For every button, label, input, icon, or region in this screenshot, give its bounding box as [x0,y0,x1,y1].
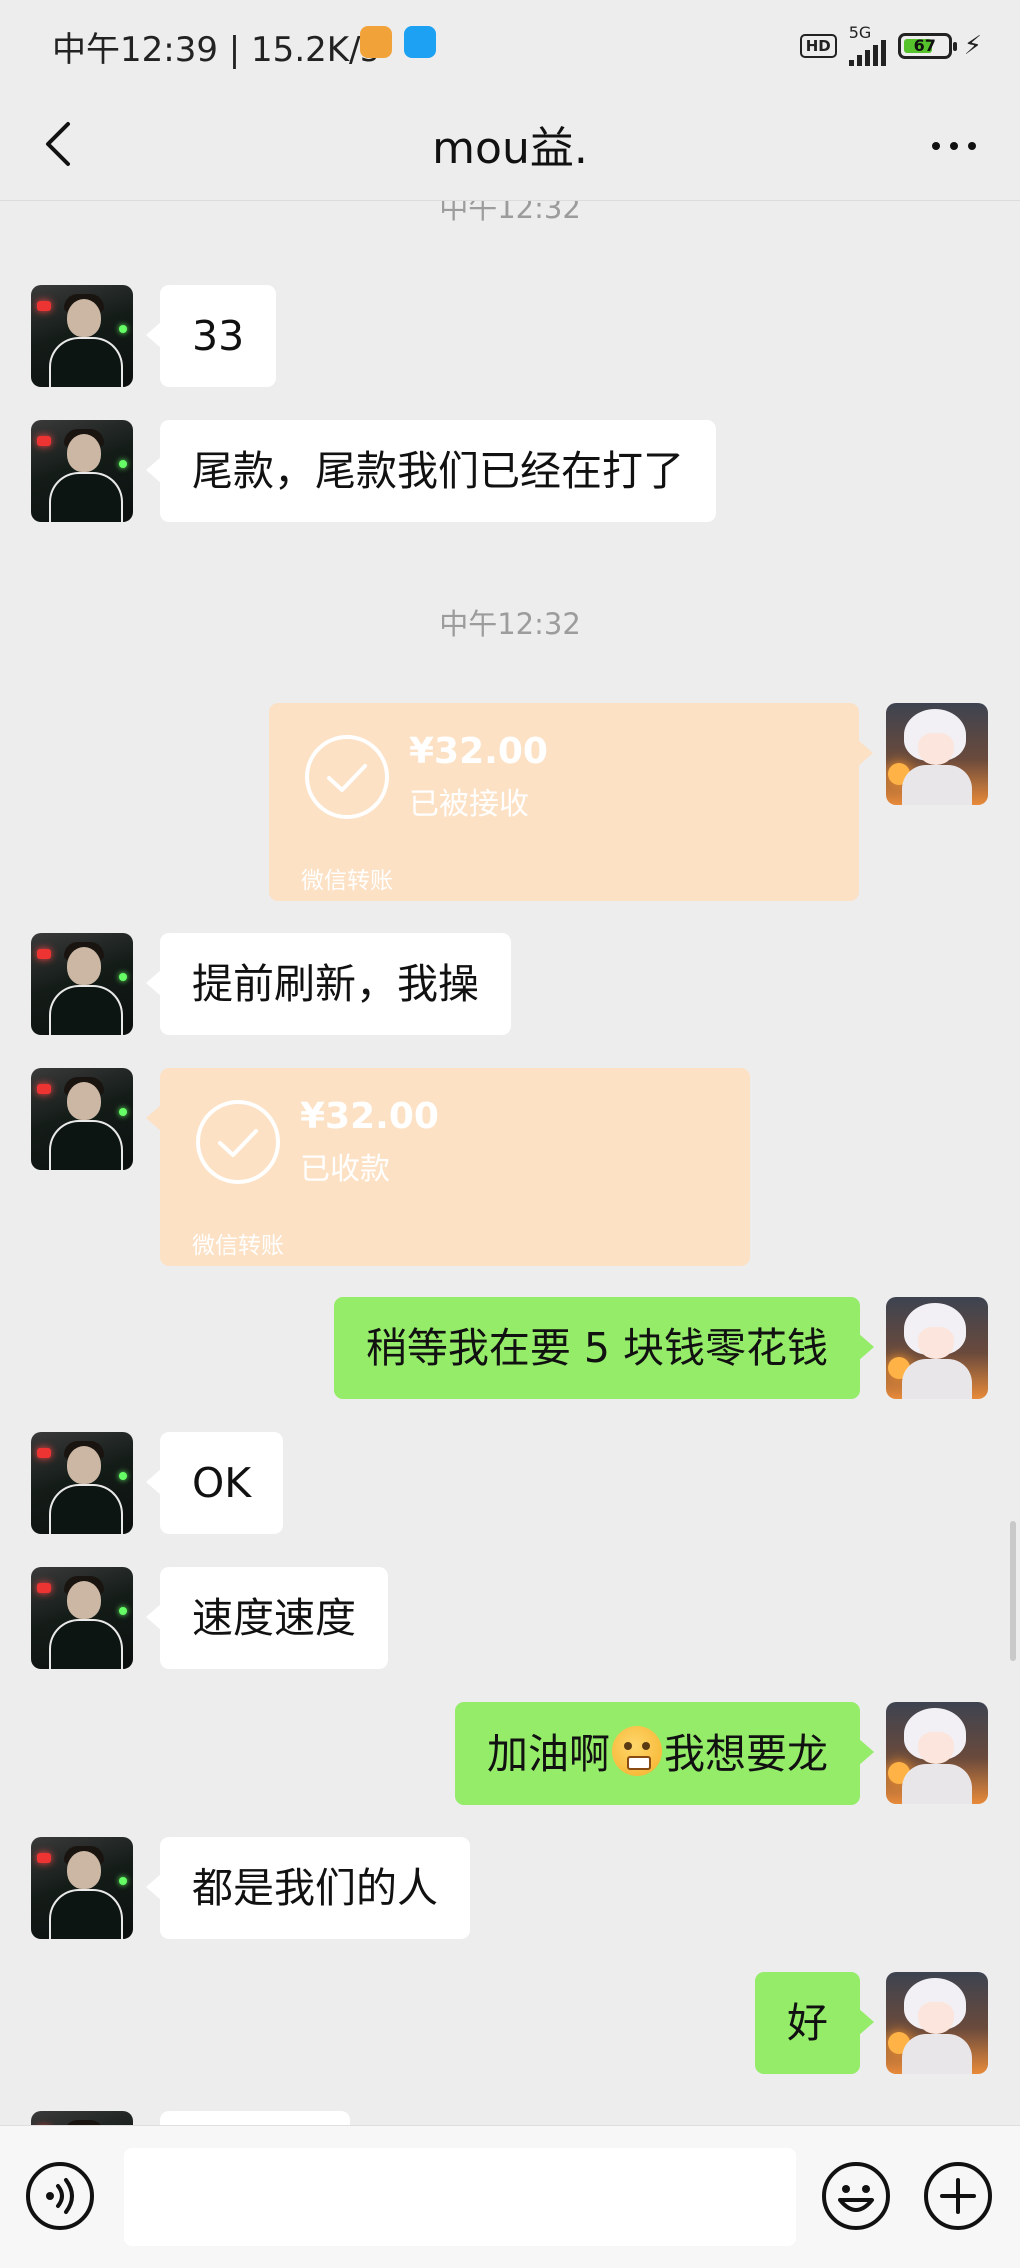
message-input-bar [0,2125,1020,2268]
status-right-icons: HD 5G 67 ⚡ [799,23,982,66]
transfer-label: 微信转账 [301,868,393,894]
status-notification-icons [360,26,436,58]
timestamp: 中午12:32 [439,607,581,641]
chat-scrollbar[interactable] [1010,1521,1016,1661]
message-bubble[interactable]: 好 [755,1972,874,2074]
transfer-card-received[interactable]: ¥32.00 已收款 微信转账 [146,1068,750,1266]
contact-avatar[interactable] [31,1837,133,1939]
message-row-received: 速度速度 [0,1567,1020,1669]
check-circle-icon [196,1100,280,1184]
message-bubble[interactable]: 33 [145,285,277,387]
status-bar: 中午12:39 | 15.2K/s HD 5G 67 ⚡ [0,0,1020,90]
message-row-received: ¥32.00 已收款 微信转账 [0,1068,1020,1266]
contact-avatar[interactable] [31,933,133,1035]
message-bubble[interactable] [160,2111,350,2125]
transfer-label: 微信转账 [192,1233,284,1259]
transfer-card-sent[interactable]: ¥32.00 已被接收 微信转账 [269,703,873,901]
message-bubble[interactable]: 提前刷新，我操 [146,933,511,1035]
charging-icon: ⚡ [963,31,982,61]
chat-title: mou益. [432,123,588,174]
network-type: 5G [848,23,872,42]
message-bubble[interactable]: 速度速度 [146,1567,388,1669]
contact-avatar[interactable] [31,1068,133,1170]
chat-header: mou益. [0,90,1020,201]
message-text: 加油啊 [487,1730,610,1778]
transfer-amount: ¥32.00 [409,731,548,772]
contact-avatar[interactable] [31,285,133,387]
my-avatar[interactable] [886,1297,988,1399]
message-bubble[interactable]: OK [145,1432,284,1534]
message-text: 我想要龙 [664,1730,828,1778]
status-time-speed: 中午12:39 | 15.2K/s [52,30,379,70]
emoji-picker-icon[interactable] [820,2160,892,2232]
message-row-received: 尾款，尾款我们已经在打了 [0,420,1020,522]
message-bubble[interactable]: 都是我们的人 [146,1837,470,1939]
voice-input-icon[interactable] [24,2160,96,2232]
contact-avatar[interactable] [31,420,133,522]
contact-avatar[interactable] [31,1432,133,1534]
check-circle-icon [305,735,389,819]
battery-level: 67 [913,36,936,55]
plus-more-icon[interactable] [922,2160,994,2232]
message-row-sent: 加油啊 我想要龙 [0,1702,1020,1805]
transfer-status: 已收款 [300,1152,390,1187]
grimace-emoji-icon [612,1726,662,1776]
chat-message-list[interactable]: 中午12:32 33 尾款，尾款我们已经在打了 中午12:32 ¥32.00 已… [0,201,1020,2125]
message-row-received: 33 [0,285,1020,387]
message-bubble[interactable]: 尾款，尾款我们已经在打了 [146,420,716,522]
more-options-icon[interactable] [924,116,984,176]
contact-avatar[interactable] [31,2111,133,2125]
signal-bars-icon [848,40,886,66]
message-row-sent: 好 [0,1972,1020,2074]
transfer-status: 已被接收 [409,787,529,822]
transfer-amount: ¥32.00 [300,1096,439,1137]
hd-icon: HD [799,34,837,58]
orange-app-notification-icon [360,26,392,58]
my-avatar[interactable] [886,1702,988,1804]
message-bubble[interactable]: 稍等我在要 5 块钱零花钱 [333,1297,875,1399]
my-avatar[interactable] [886,703,988,805]
battery-icon: 67 [897,33,957,59]
signal-icon: 5G [848,23,886,66]
message-row-received: OK [0,1432,1020,1534]
message-bubble[interactable]: 加油啊 我想要龙 [455,1702,874,1805]
message-row-received [0,2111,1020,2125]
qq-notification-icon [404,26,436,58]
contact-avatar[interactable] [31,1567,133,1669]
message-row-received: 都是我们的人 [0,1837,1020,1939]
message-row-sent: ¥32.00 已被接收 微信转账 [0,703,1020,901]
my-avatar[interactable] [886,1972,988,2074]
message-row-sent: 稍等我在要 5 块钱零花钱 [0,1297,1020,1399]
message-row-received: 提前刷新，我操 [0,933,1020,1035]
timestamp: 中午12:32 [439,201,581,225]
message-text-input[interactable] [124,2148,796,2246]
